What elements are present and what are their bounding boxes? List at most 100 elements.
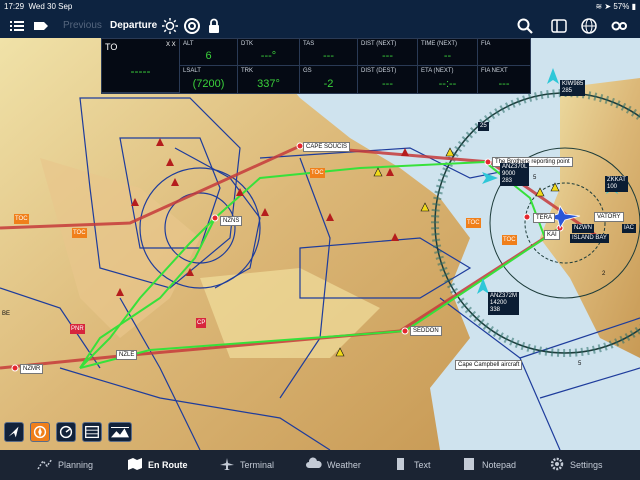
- status-time: 17:29 Wed 30 Sep: [4, 2, 73, 11]
- wifi-icon: ≋: [595, 2, 603, 11]
- wpt-label-vatory[interactable]: VATORY: [594, 212, 624, 222]
- track-up-icon[interactable]: [4, 422, 24, 442]
- wpt-label-nzmr[interactable]: NZMR: [20, 364, 44, 374]
- airport-label-nzwn[interactable]: NZWN: [572, 224, 594, 233]
- cloud-icon: [306, 457, 322, 468]
- lock-icon[interactable]: [205, 17, 223, 35]
- lifebuoy-icon[interactable]: [183, 17, 201, 35]
- dist-next-label: DIST (NEXT): [361, 41, 397, 47]
- toc-marker[interactable]: TOC: [310, 168, 325, 178]
- cp-marker[interactable]: CP: [196, 318, 207, 328]
- compass-orange-icon[interactable]: [30, 422, 50, 442]
- dist-dest-label: DIST (DEST): [361, 68, 397, 74]
- tab-label: Planning: [58, 460, 94, 470]
- list-icon[interactable]: [8, 17, 26, 35]
- to-value: -----: [130, 64, 151, 78]
- traffic-label-zkkat[interactable]: ZKKAT 100: [605, 176, 628, 192]
- dist-dest-value: ---: [382, 78, 393, 90]
- toc-marker[interactable]: TOC: [72, 228, 87, 238]
- wpt-label-seddon[interactable]: SEDDON: [410, 326, 442, 336]
- dist-dest-cell[interactable]: DIST (DEST) ---: [358, 66, 418, 93]
- lsalt-cell[interactable]: LSALT (7200): [180, 66, 238, 93]
- tab-notepad[interactable]: Notepad: [460, 450, 540, 480]
- status-right: ≋ ➤ 57% ▮: [595, 0, 636, 14]
- time-next-value: --: [443, 50, 452, 62]
- range-ring-label: 25: [478, 122, 489, 131]
- instrument-panel-icon[interactable]: [82, 422, 102, 442]
- pnr-marker[interactable]: PNR: [70, 324, 85, 334]
- wpt-label-tera[interactable]: TERA: [533, 213, 556, 223]
- map-view[interactable]: CAPE SOUCIS The Brothers reporting point…: [0, 38, 640, 450]
- toc-marker[interactable]: TOC: [502, 235, 517, 245]
- range-ring-label: 5: [578, 361, 582, 367]
- to-label: TO: [105, 42, 118, 52]
- dist-next-value: ---: [382, 50, 393, 62]
- eta-next-cell[interactable]: ETA (NEXT) --:--: [418, 66, 478, 93]
- range-ring-label: 2: [602, 271, 606, 277]
- map-book-icon: [128, 458, 142, 470]
- map-canvas[interactable]: [0, 38, 640, 450]
- search-icon[interactable]: [516, 17, 534, 35]
- lsalt-label: LSALT: [183, 68, 201, 74]
- traffic-label-anz370l[interactable]: ANZ370L 9000 283: [500, 163, 530, 186]
- tab-weather[interactable]: Weather: [305, 450, 385, 480]
- eta-next-label: ETA (NEXT): [421, 68, 454, 74]
- battery-icon: ▮: [631, 2, 636, 11]
- gs-cell[interactable]: GS -2: [300, 66, 358, 93]
- trk-label: TRK: [241, 68, 253, 74]
- nav-title[interactable]: Departure: [110, 14, 157, 38]
- instrument-panel: TO X X ----- ALT 6 DTK ---° TAS --- DIST…: [101, 38, 531, 94]
- battery-percent: 57%: [613, 2, 630, 11]
- fia-label: FIA: [481, 41, 491, 47]
- gs-label: GS: [303, 68, 312, 74]
- tab-label: Terminal: [240, 460, 275, 470]
- tas-cell[interactable]: TAS ---: [300, 39, 358, 66]
- document-icon: [397, 458, 404, 470]
- gauge-icon[interactable]: [56, 422, 76, 442]
- to-cell[interactable]: TO X X -----: [102, 39, 180, 93]
- dtk-cell[interactable]: DTK ---°: [238, 39, 300, 66]
- layers-icon[interactable]: [550, 17, 568, 35]
- globe-icon[interactable]: [580, 17, 598, 35]
- tab-planning[interactable]: Planning: [36, 450, 116, 480]
- tab-label: Text: [414, 460, 431, 470]
- time-next-cell[interactable]: TIME (NEXT) --: [418, 39, 478, 66]
- previous-button[interactable]: Previous: [63, 14, 102, 38]
- dist-next-cell[interactable]: DIST (NEXT) ---: [358, 39, 418, 66]
- toc-marker[interactable]: TOC: [466, 218, 481, 228]
- tab-terminal[interactable]: Terminal: [218, 450, 298, 480]
- traffic-label-anz372m[interactable]: ANZ372M 14200 338: [488, 292, 520, 315]
- alt-cell[interactable]: ALT 6: [180, 39, 238, 66]
- route-tag-icon[interactable]: [32, 17, 50, 35]
- traffic-label-kiw985[interactable]: KIW985 285: [560, 80, 586, 96]
- wpt-label-cape-soucis[interactable]: CAPE SOUCIS: [303, 142, 351, 152]
- fia-next-cell[interactable]: FIA NEXT ---: [478, 66, 530, 93]
- toc-marker[interactable]: TOC: [14, 214, 29, 224]
- wpt-label-nzle[interactable]: NZLE: [116, 350, 138, 360]
- fia-cell[interactable]: FIA: [478, 39, 530, 66]
- tab-bar: Planning En Route Terminal Weather Text …: [0, 450, 640, 480]
- alt-value: 6: [205, 50, 212, 62]
- airport-suffix-label: IAC: [622, 224, 637, 233]
- airplane-icon: [220, 458, 234, 470]
- lsalt-value: (7200): [192, 78, 225, 90]
- notepad-icon: [464, 458, 474, 470]
- terrain-profile-icon[interactable]: [108, 422, 132, 442]
- wpt-label-kai[interactable]: KAI: [544, 230, 560, 240]
- tab-settings[interactable]: Settings: [548, 450, 628, 480]
- fia-next-value: ---: [498, 78, 510, 90]
- gear-icon: [550, 457, 564, 471]
- trk-value: 337°: [257, 78, 280, 90]
- gs-value: -2: [323, 78, 334, 90]
- tab-label: Weather: [327, 460, 361, 470]
- dtk-value: ---°: [260, 50, 277, 62]
- brightness-icon[interactable]: [161, 17, 179, 35]
- settings-gears-icon[interactable]: [610, 17, 628, 35]
- wpt-label-nzns[interactable]: NZNS: [220, 216, 243, 226]
- trk-cell[interactable]: TRK 337°: [238, 66, 300, 93]
- tas-label: TAS: [303, 41, 315, 47]
- wpt-label-cape-campbell[interactable]: Cape Campbell aircraft: [455, 360, 523, 370]
- tab-en-route[interactable]: En Route: [126, 450, 206, 480]
- tab-label: Settings: [570, 460, 603, 470]
- area-label-island-bay: ISLAND BAY: [570, 234, 609, 243]
